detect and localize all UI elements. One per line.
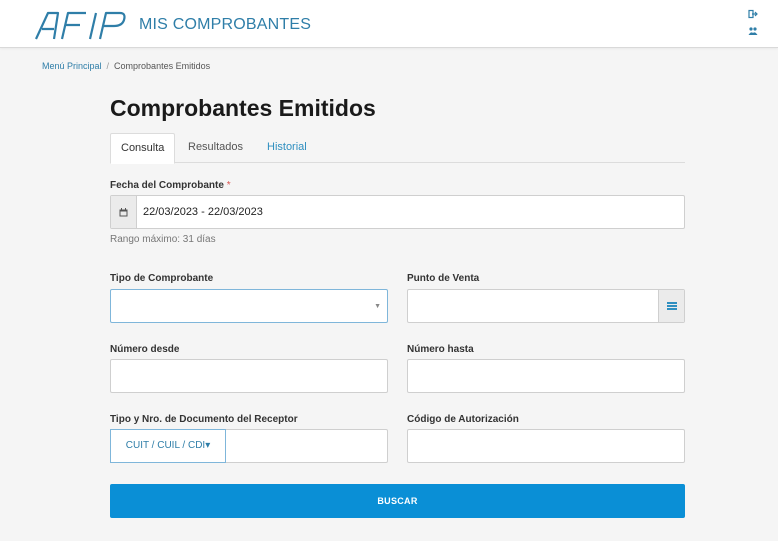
fecha-label: Fecha del Comprobante * [110, 180, 231, 191]
caret-down-icon: ▾ [205, 440, 211, 451]
doc-type-dropdown[interactable]: CUIT / CUIL / CDI▾ [110, 429, 226, 463]
punto-venta-input[interactable] [407, 289, 685, 323]
numero-desde-input[interactable] [110, 359, 388, 393]
doc-receptor-input[interactable]: CUIT / CUIL / CDI▾ [110, 429, 388, 463]
fecha-label-text: Fecha del Comprobante [110, 180, 224, 191]
buscar-button[interactable]: BUSCAR [110, 484, 685, 518]
logout-icon[interactable] [748, 9, 758, 19]
fecha-input[interactable]: 22/03/2023 - 22/03/2023 [110, 195, 685, 229]
tab-consulta[interactable]: Consulta [110, 133, 176, 164]
codigo-autorizacion-input[interactable] [407, 429, 685, 463]
list-icon [666, 302, 677, 310]
breadcrumb-current: Comprobantes Emitidos [114, 61, 211, 71]
numero-hasta-label: Número hasta [407, 344, 474, 355]
calendar-addon[interactable] [111, 196, 137, 228]
numero-hasta-input[interactable] [407, 359, 685, 393]
fecha-help-text: Rango máximo: 31 días [110, 234, 216, 245]
tipo-comprobante-select[interactable]: ▼ [110, 289, 388, 323]
breadcrumb: Menú Principal / Comprobantes Emitidos [42, 61, 210, 71]
numero-desde-label: Número desde [110, 344, 180, 355]
tipo-comprobante-label: Tipo de Comprobante [110, 273, 214, 284]
breadcrumb-home-link[interactable]: Menú Principal [42, 61, 102, 71]
users-icon[interactable] [748, 26, 758, 36]
app-title: MIS COMPROBANTES [139, 16, 312, 33]
calendar-icon [119, 207, 128, 216]
afip-logo[interactable] [34, 11, 130, 41]
punto-venta-label: Punto de Venta [407, 273, 480, 284]
doc-type-label: CUIT / CUIL / CDI [125, 440, 206, 451]
chevron-down-icon: ▼ [374, 303, 381, 310]
required-mark: * [226, 180, 231, 191]
doc-receptor-label: Tipo y Nro. de Documento del Receptor [110, 414, 298, 425]
tab-bar: Consulta Resultados Historial [110, 133, 685, 164]
tab-historial[interactable]: Historial [257, 133, 317, 163]
breadcrumb-separator: / [106, 61, 110, 71]
punto-venta-list-button[interactable] [658, 290, 684, 322]
tab-resultados[interactable]: Resultados [178, 133, 253, 163]
codigo-autorizacion-label: Código de Autorización [407, 414, 519, 425]
page-title: Comprobantes Emitidos [110, 95, 376, 121]
app-header: MIS COMPROBANTES [0, 0, 778, 48]
fecha-value: 22/03/2023 - 22/03/2023 [143, 206, 263, 218]
